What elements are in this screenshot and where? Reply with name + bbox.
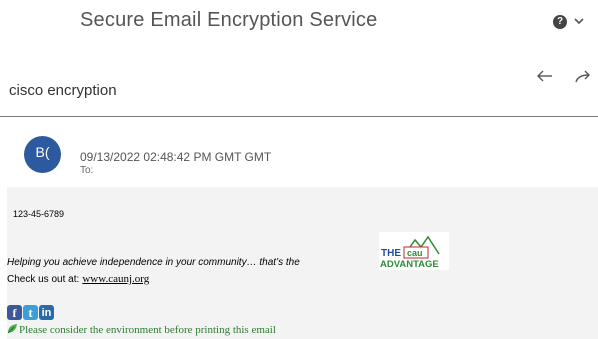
ssn-text: 123-45-6789 <box>13 209 65 219</box>
sender-avatar: B( <box>24 136 61 173</box>
logo-text-cau: cau <box>407 248 423 258</box>
logo-text-advantage: ADVANTAGE <box>380 259 439 270</box>
signature-tagline: Helping you achieve independence in your… <box>7 257 300 268</box>
check-us-label: Check us out at: <box>7 274 80 285</box>
sent-date: 09/13/2022 02:48:42 PM GMT GMT <box>80 150 272 164</box>
app-title: Secure Email Encryption Service <box>80 9 378 31</box>
help-icon[interactable]: ? <box>553 15 567 29</box>
to-label: To: <box>80 165 94 176</box>
subject-row: cisco encryption <box>0 62 598 117</box>
app-header: Secure Email Encryption Service ? <box>0 0 598 46</box>
website-link[interactable]: www.caunj.org <box>82 273 149 285</box>
twitter-icon[interactable]: t <box>23 305 38 320</box>
check-us-line: Check us out at: www.caunj.org <box>7 273 149 285</box>
reply-icon[interactable] <box>536 68 554 84</box>
chevron-down-icon[interactable] <box>572 14 586 28</box>
forward-icon[interactable] <box>574 68 592 84</box>
leaf-icon <box>7 324 17 334</box>
linkedin-icon[interactable]: in <box>39 305 54 320</box>
email-subject: cisco encryption <box>9 82 117 99</box>
environment-note-text: Please consider the environment before p… <box>19 324 276 336</box>
environment-note: Please consider the environment before p… <box>7 323 276 336</box>
facebook-icon[interactable]: f <box>7 305 22 320</box>
email-body: 123-45-6789 Helping you achieve independ… <box>7 187 598 339</box>
cau-advantage-logo: THE cau ADVANTAGE <box>379 232 449 270</box>
logo-text-the: THE <box>381 248 401 259</box>
